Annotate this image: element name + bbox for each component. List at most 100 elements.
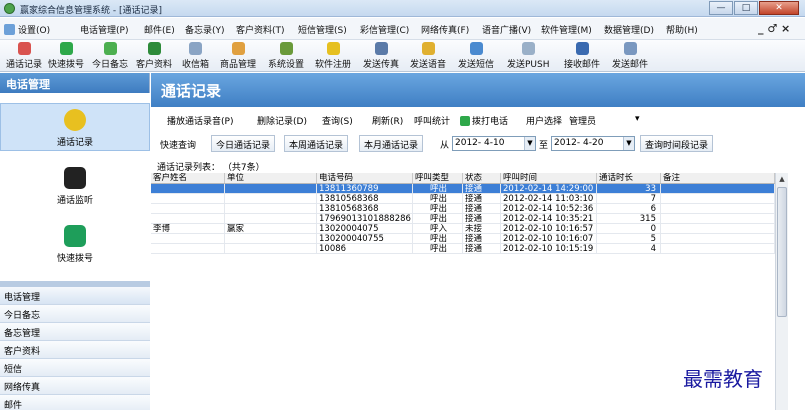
chevron-down-icon[interactable]: ▼ (524, 137, 535, 150)
nav-memo-management[interactable]: 备忘管理 (0, 323, 150, 341)
column-header[interactable]: 电话号码 (317, 173, 413, 183)
table-row[interactable]: 13810568368 呼出 接通 2012-02-14 10:52:36 6 (151, 204, 775, 214)
tool-send-push[interactable]: 发送PUSH (507, 42, 550, 70)
app-icon (4, 3, 15, 14)
menu-help[interactable]: 帮助(H) (666, 23, 698, 36)
query-button[interactable]: 查询(S) (322, 114, 353, 127)
nav-today-memo[interactable]: 今日备忘 (0, 305, 150, 323)
column-header[interactable]: 呼叫时间 (501, 173, 597, 183)
tool-quick-dial[interactable]: 快速拨号 (48, 42, 84, 70)
today-records-button[interactable]: 今日通话记录 (211, 135, 276, 152)
table-row[interactable]: 17969013101888286 呼出 接通 2012-02-14 10:35:21… (151, 214, 775, 224)
menu-mms[interactable]: 彩信管理(C) (360, 23, 409, 36)
to-label: 至 (539, 141, 549, 151)
sidebar-item-call-records[interactable]: 通话记录 (0, 103, 150, 151)
column-header[interactable]: 通话时长 (597, 173, 661, 183)
menu-data[interactable]: 数据管理(D) (604, 23, 654, 36)
menu-memo[interactable]: 备忘录(Y) (185, 23, 225, 36)
column-header[interactable]: 状态 (463, 173, 501, 183)
tool-receive-mail[interactable]: 接收邮件 (564, 42, 600, 70)
nav-fax[interactable]: 网络传真 (0, 377, 150, 395)
tool-send-mail[interactable]: 发送邮件 (612, 42, 648, 70)
play-recording-button[interactable]: 播放通话录音(P) (167, 114, 233, 127)
cell-call-time: 2012-02-10 10:16:07 (501, 234, 597, 244)
table-row[interactable]: 130200040755 呼出 接通 2012-02-10 10:16:07 5 (151, 234, 775, 244)
tool-settings[interactable]: 系统设置 (268, 42, 304, 70)
tool-send-fax[interactable]: 发送传真 (363, 42, 399, 70)
dial-label: 拨打电话 (472, 117, 509, 127)
tool-customer[interactable]: 客户资料 (136, 42, 172, 70)
call-record-icon (64, 109, 86, 131)
tool-call-records[interactable]: 通话记录 (6, 42, 42, 70)
nav-phone-management[interactable]: 电话管理 (0, 287, 150, 305)
mdi-window-controls[interactable]: _ ♂ × (758, 22, 790, 35)
refresh-button[interactable]: 刷新(R) (372, 114, 403, 127)
column-header[interactable]: 备注 (661, 173, 775, 183)
table-header: 客户姓名 单位 电话号码 呼叫类型 状态 呼叫时间 通话时长 备注 (151, 173, 775, 184)
gear-icon (4, 24, 15, 35)
toolbar: 通话记录 快速拨号 今日备忘 客户资料 收信箱 商品管理 系统设置 软件注册 发… (0, 40, 805, 72)
send-mail-icon (623, 42, 637, 55)
cell-duration: 33 (597, 184, 661, 194)
user-select-value[interactable]: 管理员 (569, 114, 596, 127)
cell-customer-name (151, 234, 225, 244)
menu-mail[interactable]: 邮件(E) (144, 23, 175, 36)
menu-phone[interactable]: 电话管理(P) (80, 23, 128, 36)
tool-today-memo[interactable]: 今日备忘 (92, 42, 128, 70)
tool-send-voice[interactable]: 发送语音 (410, 42, 446, 70)
scroll-up-icon[interactable]: ▲ (776, 173, 788, 185)
nav-sms[interactable]: 短信 (0, 359, 150, 377)
quick-dial-icon (59, 42, 73, 55)
table-row[interactable]: 10086 呼出 接通 2012-02-10 10:15:19 4 (151, 244, 775, 254)
menu-sms[interactable]: 短信管理(S) (298, 23, 347, 36)
column-header[interactable]: 客户姓名 (151, 173, 225, 183)
delete-record-button[interactable]: 删除记录(D) (257, 114, 307, 127)
cell-duration: 7 (597, 194, 661, 204)
tool-send-sms[interactable]: 发送短信 (458, 42, 494, 70)
nav-mail[interactable]: 邮件 (0, 395, 150, 410)
left-panel-header: 电话管理 (0, 73, 149, 93)
sidebar-item-call-monitor[interactable]: 通话监听 (0, 167, 150, 209)
cell-status: 接通 (463, 244, 501, 254)
chevron-down-icon[interactable]: ▼ (623, 137, 634, 150)
minimize-button[interactable]: — (709, 1, 733, 15)
scroll-thumb[interactable] (777, 187, 787, 317)
table-row[interactable]: 李博 赢家 13020004075 呼入 未接 2012-02-10 10:16:57 0 (151, 224, 775, 234)
month-records-button[interactable]: 本月通话记录 (359, 135, 424, 152)
table-row[interactable]: 13811360789 呼出 接通 2012-02-14 14:29:00 33 (151, 184, 775, 194)
title-bar: 赢家综合信息管理系统 - [通话记录] — □ ✕ (0, 0, 805, 17)
week-records-button[interactable]: 本周通话记录 (284, 135, 349, 152)
menu-voice[interactable]: 语音广播(V) (482, 23, 531, 36)
range-query-button[interactable]: 查询时间段记录 (640, 135, 714, 152)
cell-phone-number: 13810568368 (317, 204, 413, 214)
cell-customer-name (151, 204, 225, 214)
table-row[interactable]: 13810568368 呼出 接通 2012-02-14 11:03:10 7 (151, 194, 775, 204)
close-button[interactable]: ✕ (759, 1, 799, 15)
call-stats-button[interactable]: 呼叫统计 (414, 114, 450, 127)
settings-icon (279, 42, 293, 55)
tool-label: 客户资料 (136, 60, 173, 70)
action-bar: 播放通话录音(P) 删除记录(D) 查询(S) 刷新(R) 呼叫统计 拨打电话 … (151, 111, 805, 129)
tool-inbox[interactable]: 收信箱 (182, 42, 209, 70)
column-header[interactable]: 呼叫类型 (413, 173, 463, 183)
cell-duration: 0 (597, 224, 661, 234)
cell-customer-name (151, 184, 225, 194)
menu-fax[interactable]: 网络传真(F) (421, 23, 469, 36)
user-select-dropdown-icon[interactable]: ▾ (635, 114, 640, 124)
cell-call-type: 呼出 (413, 214, 463, 224)
menu-settings[interactable]: 设置(O) (4, 23, 50, 36)
tool-goods[interactable]: 商品管理 (220, 42, 256, 70)
column-header[interactable]: 单位 (225, 173, 317, 183)
from-date-picker[interactable]: 2012- 4-10 ▼ (452, 136, 536, 151)
to-date-picker[interactable]: 2012- 4-20 ▼ (551, 136, 635, 151)
maximize-button[interactable]: □ (734, 1, 758, 15)
sidebar-item-quick-dial[interactable]: 快速拨号 (0, 225, 150, 267)
vertical-scrollbar[interactable]: ▲ (775, 173, 788, 410)
tool-label: 商品管理 (220, 60, 257, 70)
nav-customer[interactable]: 客户资料 (0, 341, 150, 359)
dial-call-button[interactable]: 拨打电话 (460, 114, 508, 127)
sidebar-item-label: 通话记录 (56, 138, 93, 148)
tool-register[interactable]: 软件注册 (315, 42, 351, 70)
menu-software[interactable]: 软件管理(M) (541, 23, 592, 36)
menu-customer[interactable]: 客户资料(T) (236, 23, 285, 36)
